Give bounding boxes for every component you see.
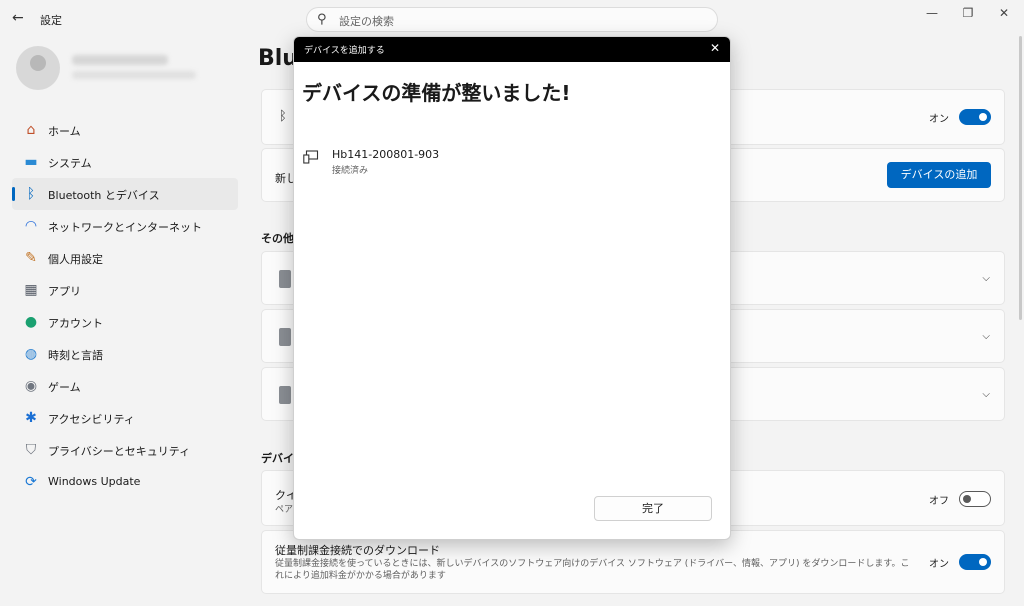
sidebar-item-label: 個人用設定: [48, 253, 103, 266]
sidebar-item[interactable]: ▦ アプリ: [12, 274, 238, 306]
sidebar-item-label: アプリ: [48, 285, 81, 298]
metered-toggle-label: オン: [929, 559, 949, 570]
sidebar-item-label: Windows Update: [48, 475, 141, 488]
app-title: 設定: [40, 14, 62, 27]
sidebar-item[interactable]: ◍ 時刻と言語: [12, 338, 238, 370]
maximize-button[interactable]: ❐: [958, 6, 978, 20]
sidebar-item-label: 時刻と言語: [48, 349, 103, 362]
sidebar-item-label: プライバシーとセキュリティ: [48, 445, 191, 458]
globe-icon: ◍: [24, 346, 38, 362]
gamepad-icon: ◉: [24, 378, 38, 394]
sidebar-item[interactable]: ✎ 個人用設定: [12, 242, 238, 274]
bluetooth-toggle-label: オン: [929, 114, 949, 125]
swift-pair-sub: ペア: [275, 505, 294, 515]
title-bar: ← 設定 ⚲ 設定の検索 — ❐ ✕: [0, 0, 1024, 36]
device-icon: [279, 386, 291, 404]
user-profile[interactable]: [16, 46, 246, 94]
dialog-title: デバイスを追加する: [304, 46, 385, 56]
accessibility-icon: ✱: [25, 410, 37, 426]
close-button[interactable]: ✕: [994, 6, 1014, 20]
search-placeholder: 設定の検索: [339, 15, 394, 28]
chevron-down-icon[interactable]: ⌵: [982, 389, 990, 400]
sidebar-item[interactable]: ⟳ Windows Update: [12, 466, 238, 498]
device-icon: [303, 150, 319, 164]
bluetooth-icon: ᛒ: [279, 109, 287, 124]
sidebar-item[interactable]: ● アカウント: [12, 306, 238, 338]
apps-icon: ▦: [24, 282, 38, 298]
system-icon: ▬: [24, 154, 38, 170]
bluetooth-toggle[interactable]: [959, 109, 991, 125]
sidebar-item-label: Bluetooth とデバイス: [48, 189, 160, 202]
search-icon: ⚲: [317, 12, 327, 27]
metered-title: 従量制課金接続でのダウンロード: [275, 544, 440, 557]
sidebar-item[interactable]: ✱ アクセシビリティ: [12, 402, 238, 434]
device-status: 接続済み: [332, 166, 369, 176]
sidebar-item-label: ホーム: [48, 125, 81, 138]
sidebar-item[interactable]: ⌂ ホーム: [12, 114, 238, 146]
sidebar-item-label: システム: [48, 157, 92, 170]
device-icon: [279, 328, 291, 346]
sidebar-item[interactable]: ◉ ゲーム: [12, 370, 238, 402]
home-icon: ⌂: [26, 122, 36, 138]
shield-icon: ⛉: [25, 442, 37, 458]
update-icon: ⟳: [25, 474, 37, 490]
done-button[interactable]: 完了: [594, 496, 712, 521]
sidebar-nav: ⌂ ホーム ▬ システム ᛒ Bluetooth とデバイス ◠ ネットワークとインターネット…: [12, 114, 238, 498]
scrollbar[interactable]: [1019, 36, 1022, 320]
back-arrow-icon[interactable]: ←: [12, 10, 28, 26]
bluetooth-icon: ᛒ: [26, 186, 36, 202]
add-device-button[interactable]: デバイスの追加: [887, 162, 991, 188]
page-title: Blu: [258, 46, 298, 71]
add-device-dialog: デバイスを追加する ✕ デバイスの準備が整いました! Hb141-200801-…: [293, 36, 731, 540]
dialog-title-bar: デバイスを追加する ✕: [294, 37, 730, 62]
blurred-user-email: [72, 71, 196, 79]
wifi-icon: ◠: [24, 218, 38, 234]
sidebar-item[interactable]: ⛉ プライバシーとセキュリティ: [12, 434, 238, 466]
close-icon[interactable]: ✕: [710, 41, 720, 55]
sidebar-item-label: ネットワークとインターネット: [48, 221, 202, 234]
device-name: Hb141-200801-903: [332, 148, 440, 161]
brush-icon: ✎: [25, 250, 37, 266]
sidebar-item[interactable]: ▬ システム: [12, 146, 238, 178]
account-icon: ●: [24, 314, 38, 330]
sidebar-item-label: アクセシビリティ: [48, 413, 135, 426]
metered-toggle[interactable]: [959, 554, 991, 570]
device-icon: [279, 270, 291, 288]
blurred-user-name: [72, 55, 168, 65]
swift-pair-toggle[interactable]: [959, 491, 991, 507]
minimize-button[interactable]: —: [922, 6, 942, 20]
sidebar-item-label: ゲーム: [48, 381, 81, 394]
chevron-down-icon[interactable]: ⌵: [982, 331, 990, 342]
dialog-heading: デバイスの準備が整いました!: [302, 81, 571, 105]
chevron-down-icon[interactable]: ⌵: [982, 273, 990, 284]
avatar: [16, 46, 60, 90]
sidebar-item-label: アカウント: [48, 317, 103, 330]
swift-pair-toggle-label: オフ: [929, 496, 949, 507]
sidebar-item[interactable]: ᛒ Bluetooth とデバイス: [12, 178, 238, 210]
search-box[interactable]: ⚲ 設定の検索: [306, 7, 718, 32]
metered-description: 従量制課金接続を使っているときには、新しいデバイスのソフトウェア向けのデバイス …: [275, 559, 910, 581]
sidebar-item[interactable]: ◠ ネットワークとインターネット: [12, 210, 238, 242]
